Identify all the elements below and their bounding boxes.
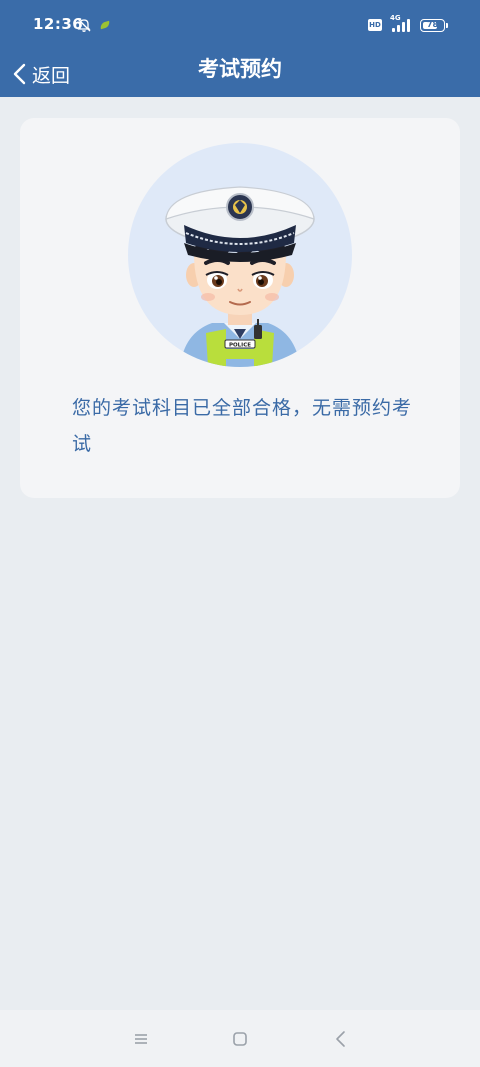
back-icon[interactable] <box>329 1027 353 1051</box>
hd-icon: HD <box>368 19 382 31</box>
battery-tip <box>446 23 448 28</box>
back-label: 返回 <box>32 64 71 87</box>
status-bar: 12:36 HD 4G 78 <box>0 0 480 50</box>
exam-status-message: 您的考试科目已全部合格，无需预约考试 <box>72 397 413 455</box>
police-badge-text: POLICE <box>229 343 251 349</box>
bell-off-icon <box>77 18 91 32</box>
exam-status-card: POLICE 您的考试科目已全部合格，无需预约考试 <box>20 118 460 498</box>
battery-level: 78 <box>426 20 439 29</box>
nav-bar: 考试预约 返回 <box>0 50 480 97</box>
police-avatar: POLICE <box>128 143 352 367</box>
battery-icon: 78 <box>420 19 445 32</box>
back-button[interactable]: 返回 <box>12 56 78 92</box>
system-nav-bar <box>0 1010 480 1067</box>
signal-icon <box>392 18 412 32</box>
home-icon[interactable] <box>228 1027 252 1051</box>
app-header: 12:36 HD 4G 78 考试预约 返回 <box>0 0 480 97</box>
leaf-icon <box>99 20 111 30</box>
chevron-left-icon <box>13 63 26 85</box>
menu-icon[interactable] <box>129 1027 153 1051</box>
